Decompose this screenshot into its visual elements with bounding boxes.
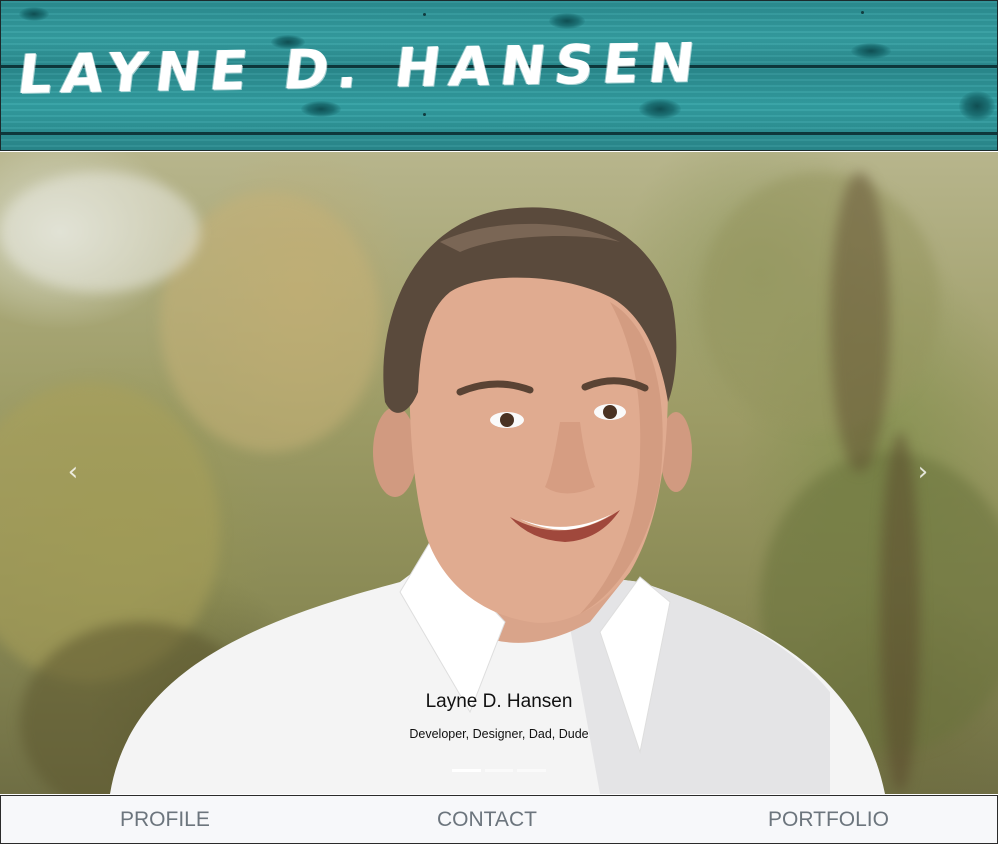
nail: [423, 13, 426, 16]
carousel-indicator[interactable]: [452, 769, 481, 772]
bottom-navbar: PROFILE CONTACT PORTFOLIO: [0, 795, 998, 844]
carousel-indicator[interactable]: [484, 769, 514, 772]
nav-link-portfolio[interactable]: PORTFOLIO: [768, 808, 889, 832]
hero-carousel: ‹ › Layne D. Hansen Developer, Designer,…: [0, 152, 998, 794]
wood-knot: [549, 13, 585, 29]
carousel-next-button[interactable]: ›: [908, 452, 938, 492]
chevron-left-icon: ‹: [67, 457, 79, 487]
chevron-right-icon: ›: [917, 457, 929, 487]
wood-knot: [301, 101, 341, 117]
nail: [423, 113, 426, 116]
nav-link-profile[interactable]: PROFILE: [120, 808, 210, 832]
carousel-caption-subtitle: Developer, Designer, Dad, Dude: [409, 727, 589, 741]
site-header-banner: LAYNE D. HANSEN: [0, 0, 998, 151]
carousel-indicators: [452, 769, 547, 772]
carousel-indicator[interactable]: [517, 769, 547, 772]
wood-knot: [639, 99, 681, 119]
nail: [861, 11, 864, 14]
brand-title[interactable]: LAYNE D. HANSEN: [14, 31, 707, 106]
wood-knot: [959, 91, 995, 121]
wood-knot: [851, 43, 891, 59]
face: [409, 263, 669, 623]
carousel-caption-name: Layne D. Hansen: [425, 691, 573, 712]
wood-knot: [19, 7, 49, 21]
carousel-prev-button[interactable]: ‹: [58, 452, 88, 492]
nav-link-contact[interactable]: CONTACT: [437, 808, 537, 832]
